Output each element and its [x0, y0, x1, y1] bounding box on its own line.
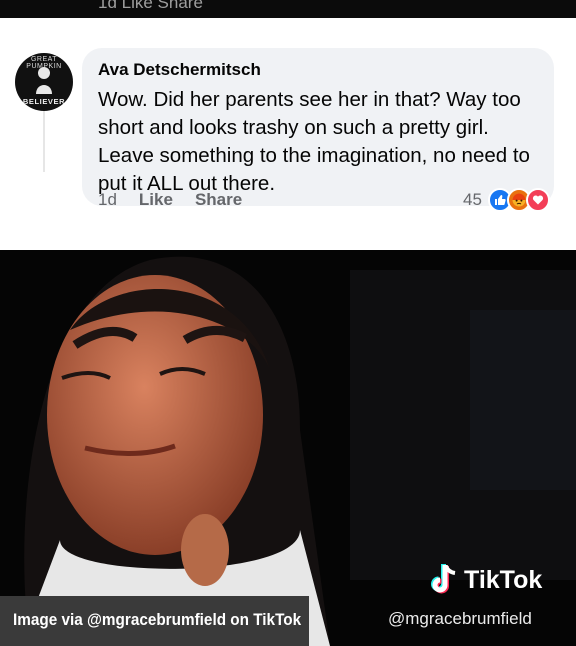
reaction-count: 45 — [463, 190, 482, 209]
reaction-summary[interactable]: 45 — [463, 188, 550, 212]
comment-actions: 1d Like Share — [98, 188, 242, 212]
tiktok-handle: @mgracebrumfield — [388, 609, 532, 628]
tiktok-watermark: TikTok — [430, 562, 542, 598]
previous-comment-strip: 1d Like Share — [0, 0, 576, 18]
previous-comment-actions: 1d Like Share — [98, 0, 203, 12]
image-credit-caption: Image via @mgracebrumfield on TikTok — [0, 596, 309, 646]
facebook-comment-card: GREAT PUMPKIN BELIEVER Ava Detschermitsc… — [0, 18, 576, 250]
comment-author[interactable]: Ava Detschermitsch — [98, 60, 261, 80]
comment-text: Wow. Did her parents see her in that? Wa… — [98, 88, 530, 195]
love-icon — [525, 188, 550, 212]
pumpkin-silhouette-icon — [36, 67, 52, 94]
comment-timestamp[interactable]: 1d — [98, 190, 117, 210]
like-button[interactable]: Like — [139, 190, 173, 210]
avatar[interactable]: GREAT PUMPKIN BELIEVER — [15, 53, 73, 111]
tiktok-note-icon — [431, 564, 456, 594]
share-button[interactable]: Share — [195, 190, 242, 210]
tiktok-brand-text: TikTok — [464, 565, 543, 594]
image-credit-text: Image via @mgracebrumfield on TikTok — [13, 610, 302, 629]
comment-bubble: Ava Detschermitsch Wow. Did her parents … — [82, 48, 554, 206]
avatar-bottom-text: BELIEVER — [22, 97, 66, 106]
